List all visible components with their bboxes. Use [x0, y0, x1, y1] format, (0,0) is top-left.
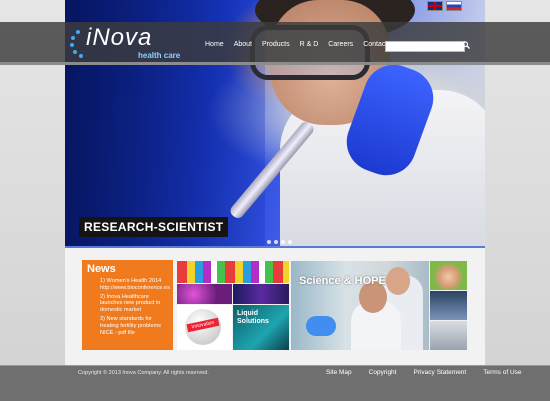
- blue-glove: [306, 316, 336, 336]
- footer-link-copyright[interactable]: Copyright: [369, 369, 397, 376]
- uk-flag-icon[interactable]: [427, 1, 443, 11]
- slide-dot[interactable]: [281, 240, 285, 244]
- news-item[interactable]: 3) New standards for treating fertility …: [100, 316, 172, 336]
- hands-image: [430, 321, 467, 350]
- liquid-solutions-image[interactable]: Liquid Solutions: [233, 305, 289, 350]
- dna-image: [233, 284, 289, 304]
- pills-image: [177, 261, 289, 283]
- copyright-text: Copyright © 2013 Inova Company. All righ…: [78, 370, 209, 376]
- news-title: News: [87, 263, 116, 275]
- science-hope-caption: Science & HOPE: [299, 275, 386, 287]
- scientist-woman-head: [386, 267, 410, 295]
- nav-about[interactable]: About: [229, 41, 257, 48]
- nav-rd[interactable]: R & D: [295, 41, 324, 48]
- news-item[interactable]: 1) Women's Health 2014 http://www.biocon…: [100, 278, 172, 292]
- logo-dots-icon: [70, 30, 84, 58]
- nav-products[interactable]: Products: [257, 41, 295, 48]
- slide-dot[interactable]: [288, 240, 292, 244]
- search-icon[interactable]: [461, 41, 470, 50]
- slide-dot[interactable]: [267, 240, 271, 244]
- ru-flag-icon[interactable]: [446, 1, 462, 11]
- footer-link-terms[interactable]: Terms of Use: [483, 369, 521, 376]
- news-list: 1) Women's Health 2014 http://www.biocon…: [100, 278, 172, 338]
- slide-dot[interactable]: [274, 240, 278, 244]
- nav-home[interactable]: Home: [200, 41, 229, 48]
- news-item[interactable]: 2) Inova Healthcare launches new product…: [100, 294, 172, 314]
- footer-link-privacy[interactable]: Privacy Statement: [413, 369, 466, 376]
- cells-image: [177, 284, 232, 304]
- footer-links: Site Map Copyright Privacy Statement Ter…: [326, 369, 539, 376]
- lab-image: [430, 291, 467, 320]
- hero-bottom-line: [65, 246, 485, 248]
- innovation-ball-image: Innovation: [177, 305, 232, 350]
- news-box: News 1) Women's Health 2014 http://www.b…: [82, 260, 173, 350]
- footer-top-line: [0, 365, 550, 366]
- child-image: [430, 261, 467, 290]
- nav-careers[interactable]: Careers: [323, 41, 358, 48]
- logo-tagline: health care: [138, 51, 181, 60]
- slideshow-dots: [267, 240, 292, 244]
- logo-wordmark[interactable]: iNova: [86, 24, 152, 52]
- hero-caption: RESEARCH-SCIENTIST: [79, 217, 229, 237]
- search-input[interactable]: [385, 41, 465, 52]
- main-navigation: Home About Products R & D Careers Contac…: [200, 41, 392, 48]
- liquid-solutions-label: Liquid Solutions: [237, 310, 269, 325]
- footer-link-site-map[interactable]: Site Map: [326, 369, 352, 376]
- header-band-line: [0, 62, 550, 65]
- language-selector: [427, 1, 462, 11]
